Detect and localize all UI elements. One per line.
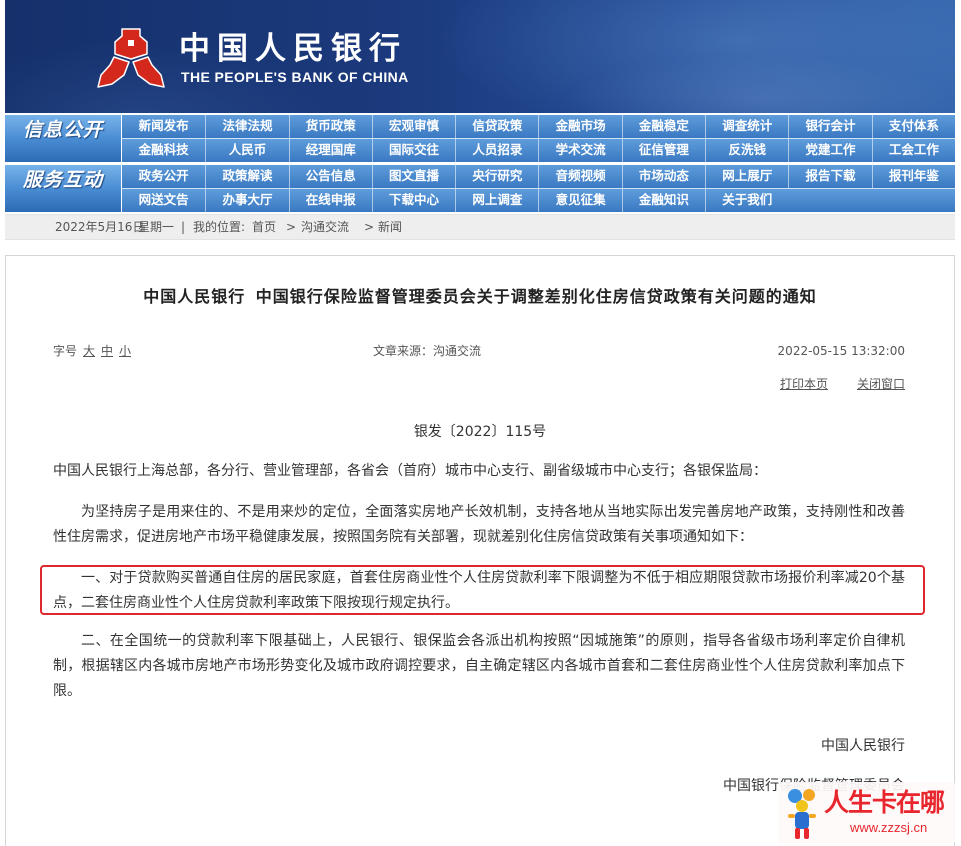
nav-link-monetary-policy[interactable]: 货币政策 [288, 115, 372, 138]
close-window-link[interactable]: 关闭窗口 [857, 375, 905, 393]
source-value: 沟通交流 [433, 344, 482, 358]
current-weekday: 星期一 [138, 220, 175, 234]
paragraph-line: 二、在全国统一的贷款利率下限基础上，人民银行、银保监会各派出机构按照“因城施策”… [81, 632, 905, 649]
paragraph-item-1: 一、对于贷款购买普通自住房的居民家庭，首套住房商业性个人住房贷款利率下限调整为不… [53, 566, 905, 616]
nav-link-online-exhibition[interactable]: 网上展厅 [705, 165, 788, 188]
breadcrumb-divider: | [181, 220, 186, 234]
nav-row: 网送文告 办事大厅 在线申报 下载中心 网上调查 意见征集 金融知识 关于我们 [122, 189, 955, 212]
nav-link-public-consultation[interactable]: 意见征集 [538, 189, 621, 212]
nav-link-credit-reference[interactable]: 征信管理 [621, 139, 705, 162]
nav-link-policy-interpretation[interactable]: 政策解读 [205, 165, 288, 188]
print-page-link[interactable]: 打印本页 [780, 375, 828, 393]
nav-link-about-us[interactable]: 关于我们 [705, 189, 788, 212]
nav-link-rmb[interactable]: 人民币 [205, 139, 288, 162]
chevron-right-icon: > [364, 220, 375, 234]
article-panel: 中国人民银行 中国银行保险监督管理委员会关于调整差别化住房信贷政策有关问题的通知… [5, 255, 955, 846]
document-number: 银发〔2022〕115号 [413, 424, 547, 440]
watermark-url: www.zzzsj.cn [850, 820, 928, 835]
current-date: 2022年5月16日 [55, 220, 145, 234]
nav-group-label: 信息公开 [5, 115, 122, 162]
nav-link-news-release[interactable]: 新闻发布 [122, 115, 205, 138]
nav-link-international-exchange[interactable]: 国际交往 [371, 139, 455, 162]
watermark-brand: 人生卡在哪 [824, 788, 945, 817]
article-source: 文章来源：沟通交流 [373, 342, 481, 360]
paragraph-line: 为坚持房子是用来住的、不是用来炒的定位，全面落实房地产长效机制，支持各地从当地实… [81, 503, 905, 520]
chevron-right-icon: > [286, 220, 297, 234]
nav-group-service-interaction: 服务互动 政务公开 政策解读 公告信息 图文直播 央行研究 音频视频 市场动态 … [5, 165, 955, 212]
paragraph-line: 中国人民银行上海总部，各分行、营业管理部，各省会（首府）城市中心支行、副省级城市… [53, 462, 767, 479]
paragraph-item-2: 二、在全国统一的贷款利率下限基础上，人民银行、银保监会各派出机构按照“因城施策”… [53, 629, 905, 704]
nav-link-survey-statistics[interactable]: 调查统计 [705, 115, 788, 138]
nav-link-government-affairs[interactable]: 政务公开 [122, 165, 205, 188]
nav-link-party-building[interactable]: 党建工作 [788, 139, 871, 162]
nav-link-academic-exchange[interactable]: 学术交流 [538, 139, 621, 162]
signature-pboc: 中国人民银行 [821, 737, 905, 754]
breadcrumb-section-link[interactable]: 沟通交流 [301, 215, 349, 239]
nav-link-pboc-research[interactable]: 央行研究 [455, 165, 538, 188]
nav-link-report-download[interactable]: 报告下载 [788, 165, 871, 188]
nav-link-periodicals-yearbooks[interactable]: 报刊年鉴 [871, 165, 955, 188]
breadcrumb-current-link[interactable]: 新闻 [378, 215, 402, 239]
font-size-small-link[interactable]: 小 [119, 342, 131, 360]
article-title: 中国人民银行 中国银行保险监督管理委员会关于调整差别化住房信贷政策有关问题的通知 [143, 287, 817, 306]
nav-link-financial-markets[interactable]: 金融市场 [538, 115, 621, 138]
page: 中国人民银行 THE PEOPLE'S BANK OF CHINA 信息公开 新… [0, 0, 961, 846]
nav-link-service-hall[interactable]: 办事大厅 [205, 189, 288, 212]
breadcrumb: 2022年5月16日 星期一 | 我的位置: 首页 > 沟通交流 > 新闻 [5, 214, 955, 240]
nav-link-live-broadcast[interactable]: 图文直播 [371, 165, 455, 188]
nav-row: 新闻发布 法律法规 货币政策 宏观审慎 信贷政策 金融市场 金融稳定 调查统计 … [122, 115, 955, 138]
nav-link-online-filing[interactable]: 在线申报 [288, 189, 372, 212]
source-label: 文章来源： [373, 344, 434, 358]
nav-link-fintech[interactable]: 金融科技 [122, 139, 205, 162]
nav-rows: 新闻发布 法律法规 货币政策 宏观审慎 信贷政策 金融市场 金融稳定 调查统计 … [122, 115, 955, 162]
location-label: 我的位置: [193, 220, 246, 234]
site-watermark: 人生卡在哪 www.zzzsj.cn [778, 782, 955, 844]
nav-link-credit-policy[interactable]: 信贷政策 [455, 115, 538, 138]
nav-link-download-center[interactable]: 下载中心 [371, 189, 455, 212]
paragraph-line: 性住房需求，促进房地产市场平稳健康发展，按照国务院有关部署，现就差别化住房信贷政… [53, 528, 753, 545]
nav-link-announcements[interactable]: 公告信息 [288, 165, 372, 188]
site-title-cn[interactable]: 中国人民银行 [179, 30, 407, 68]
breadcrumb-home-link[interactable]: 首页 [252, 215, 276, 239]
nav-link-trade-union[interactable]: 工会工作 [871, 139, 955, 162]
nav-group-info-disclosure: 信息公开 新闻发布 法律法规 货币政策 宏观审慎 信贷政策 金融市场 金融稳定 … [5, 115, 955, 162]
nav-row: 金融科技 人民币 经理国库 国际交往 人员招录 学术交流 征信管理 反洗钱 党建… [122, 139, 955, 162]
nav-link-financial-stability[interactable]: 金融稳定 [621, 115, 705, 138]
nav-link-payment-system[interactable]: 支付体系 [871, 115, 955, 138]
pboc-emblem-icon[interactable] [95, 26, 167, 90]
nav-link-macro-prudential[interactable]: 宏观审慎 [371, 115, 455, 138]
nav-link-bank-accounting[interactable]: 银行会计 [788, 115, 871, 138]
nav-link-online-notices[interactable]: 网送文告 [122, 189, 205, 212]
nav-link-online-survey[interactable]: 网上调查 [455, 189, 538, 212]
nav-link-financial-knowledge[interactable]: 金融知识 [621, 189, 705, 212]
nav-link-recruitment[interactable]: 人员招录 [455, 139, 538, 162]
nav-link-treasury[interactable]: 经理国库 [288, 139, 372, 162]
nav-group-label: 服务互动 [5, 165, 122, 212]
nav-row: 政务公开 政策解读 公告信息 图文直播 央行研究 音频视频 市场动态 网上展厅 … [122, 165, 955, 188]
font-size-label: 字号 [53, 344, 78, 358]
salutation: 中国人民银行上海总部，各分行、营业管理部，各省会（首府）城市中心支行、副省级城市… [53, 459, 905, 484]
paragraph-line: 限。 [53, 682, 81, 699]
paragraph-line: 点，二套住房商业性个人住房贷款利率政策下限按现行规定执行。 [53, 594, 459, 611]
publish-datetime: 2022-05-15 13:32:00 [777, 344, 905, 358]
cartoon-figure-icon [788, 789, 816, 839]
nav-link-audio-video[interactable]: 音频视频 [538, 165, 621, 188]
paragraph-intro: 为坚持房子是用来住的、不是用来炒的定位，全面落实房地产长效机制，支持各地从当地实… [53, 500, 905, 550]
site-title-en[interactable]: THE PEOPLE'S BANK OF CHINA [181, 68, 409, 86]
paragraph-line: 制，根据辖区内各城市房地产市场形势变化及城市政府调控要求，自主确定辖区内各城市首… [53, 657, 905, 674]
nav-link-anti-money-laundering[interactable]: 反洗钱 [705, 139, 788, 162]
paragraph-line: 一、对于贷款购买普通自住房的居民家庭，首套住房商业性个人住房贷款利率下限调整为不… [81, 569, 905, 586]
nav-link-market-dynamics[interactable]: 市场动态 [621, 165, 705, 188]
font-size-large-link[interactable]: 大 [83, 342, 95, 360]
nav-rows: 政务公开 政策解读 公告信息 图文直播 央行研究 音频视频 市场动态 网上展厅 … [122, 165, 955, 212]
site-header: 中国人民银行 THE PEOPLE'S BANK OF CHINA [5, 0, 955, 113]
font-size-medium-link[interactable]: 中 [101, 342, 113, 360]
nav-link-laws-regulations[interactable]: 法律法规 [205, 115, 288, 138]
